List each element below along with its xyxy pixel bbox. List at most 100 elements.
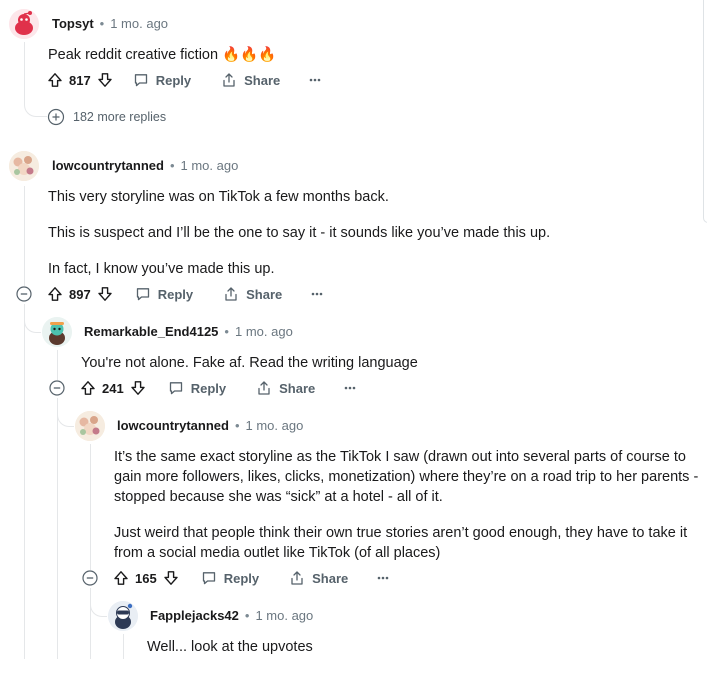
reply-label: Reply — [190, 380, 227, 396]
expand-plus-icon — [47, 108, 65, 126]
snoo-avatar-icon — [9, 9, 39, 39]
separator-dot: • — [99, 16, 105, 31]
share-button[interactable]: Share — [221, 72, 280, 88]
overflow-menu-icon — [311, 292, 323, 296]
collapse-minus-icon[interactable] — [82, 570, 98, 586]
share-label: Share — [244, 72, 281, 88]
timestamp[interactable]: 1 mo. ago — [181, 158, 239, 173]
thread-line-remarkable-children — [57, 398, 58, 659]
comment-meta: Fapplejacks42 • 1 mo. ago — [150, 608, 313, 624]
comment-bubble-icon — [136, 288, 149, 301]
share-icon — [291, 571, 303, 585]
comment-text: This very storyline was on TikTok a few … — [48, 189, 389, 205]
upvote-button[interactable] — [47, 286, 63, 302]
reply-label: Reply — [157, 286, 194, 302]
vote-count: 897 — [69, 286, 91, 302]
comment-meta: lowcountrytanned • 1 mo. ago — [117, 418, 303, 434]
avatar[interactable] — [108, 601, 138, 631]
collapse-minus-icon[interactable] — [16, 286, 32, 302]
reply-button[interactable]: Reply — [168, 380, 226, 396]
author-name[interactable]: lowcountrytanned — [52, 158, 164, 173]
comment-text: Just weird that people think their own t… — [114, 525, 688, 561]
comment-meta: lowcountrytanned • 1 mo. ago — [52, 158, 238, 174]
thread-line-remarkable — [57, 350, 58, 380]
comment-body: This very storyline was on TikTok a few … — [48, 187, 688, 295]
vote-count: 165 — [135, 570, 157, 586]
snoo-avatar-icon — [9, 151, 39, 181]
timestamp[interactable]: 1 mo. ago — [255, 608, 313, 623]
overflow-menu-icon — [377, 576, 389, 580]
more-options-button[interactable] — [343, 381, 357, 395]
timestamp[interactable]: 1 mo. ago — [246, 418, 304, 433]
thread-elbow-remarkable — [24, 310, 41, 333]
comment-bubble-icon — [169, 382, 182, 395]
upvote-button[interactable] — [47, 72, 63, 88]
downvote-button[interactable] — [130, 380, 146, 396]
downvote-icon — [131, 381, 145, 395]
comment-text: This is suspect and I’ll be the one to s… — [48, 225, 551, 241]
share-label: Share — [246, 286, 283, 302]
downvote-icon — [98, 73, 112, 87]
comment-text: In fact, I know you’ve made this up. — [48, 261, 275, 277]
more-options-button[interactable] — [308, 73, 322, 87]
more-options-button[interactable] — [376, 571, 390, 585]
comment-actions: 241 Reply Share — [80, 378, 357, 398]
share-icon — [258, 381, 270, 395]
right-panel-edge — [703, 0, 707, 223]
downvote-button[interactable] — [163, 570, 179, 586]
share-label: Share — [312, 570, 349, 586]
upvote-button[interactable] — [113, 570, 129, 586]
reply-button[interactable]: Reply — [135, 286, 193, 302]
upvote-icon — [48, 73, 62, 87]
share-icon — [225, 287, 237, 301]
avatar[interactable] — [42, 317, 72, 347]
comment-text: You're not alone. Fake af. Read the writ… — [81, 355, 418, 371]
snoo-avatar-icon — [42, 317, 72, 347]
share-button[interactable]: Share — [289, 570, 348, 586]
downvote-button[interactable] — [97, 72, 113, 88]
author-name[interactable]: Fapplejacks42 — [150, 608, 239, 623]
snoo-avatar-icon — [75, 411, 105, 441]
thread-elbow-more-replies — [24, 92, 47, 117]
timestamp[interactable]: 1 mo. ago — [110, 16, 168, 31]
reply-label: Reply — [155, 72, 192, 88]
downvote-button[interactable] — [97, 286, 113, 302]
comment-actions: 165 Reply Share — [113, 568, 390, 588]
comment-bubble-icon — [134, 74, 147, 87]
thread-line-root-children — [24, 304, 25, 659]
upvote-icon — [114, 571, 128, 585]
comment-text: Peak reddit creative fiction 🔥🔥🔥 — [48, 47, 277, 63]
author-name[interactable]: Remarkable_End4125 — [84, 324, 218, 339]
separator-dot: • — [244, 608, 250, 623]
comment-text: Well... look at the upvotes — [147, 639, 313, 655]
comment-meta: Remarkable_End4125 • 1 mo. ago — [84, 324, 293, 340]
reply-button[interactable]: Reply — [201, 570, 259, 586]
comment-actions: 897 Reply Share — [47, 284, 324, 304]
thread-line-root — [24, 186, 25, 286]
comment-body: Well... look at the upvotes — [147, 637, 687, 673]
separator-dot: • — [234, 418, 240, 433]
timestamp[interactable]: 1 mo. ago — [235, 324, 293, 339]
thread-line-fapple — [123, 634, 124, 659]
vote-count: 241 — [102, 380, 124, 396]
reply-button[interactable]: Reply — [133, 72, 191, 88]
author-name[interactable]: lowcountrytanned — [117, 418, 229, 433]
upvote-button[interactable] — [80, 380, 96, 396]
author-name[interactable]: Topsyt — [52, 16, 94, 31]
more-options-button[interactable] — [310, 287, 324, 301]
separator-dot: • — [224, 324, 229, 339]
share-button[interactable]: Share — [223, 286, 282, 302]
share-button[interactable]: Share — [256, 380, 315, 396]
thread-line-lowcountry-2 — [90, 444, 91, 570]
avatar[interactable] — [9, 9, 39, 39]
comment-text: It’s the same exact storyline as the Tik… — [114, 449, 699, 505]
share-label: Share — [279, 380, 316, 396]
comment-meta: Topsyt • 1 mo. ago — [52, 16, 168, 32]
avatar[interactable] — [9, 151, 39, 181]
more-replies-link[interactable]: 182 more replies — [47, 108, 166, 126]
avatar[interactable] — [75, 411, 105, 441]
thread-elbow-fapple — [90, 594, 107, 617]
collapse-minus-icon[interactable] — [49, 380, 65, 396]
reply-label: Reply — [223, 570, 260, 586]
overflow-menu-icon — [309, 78, 321, 82]
